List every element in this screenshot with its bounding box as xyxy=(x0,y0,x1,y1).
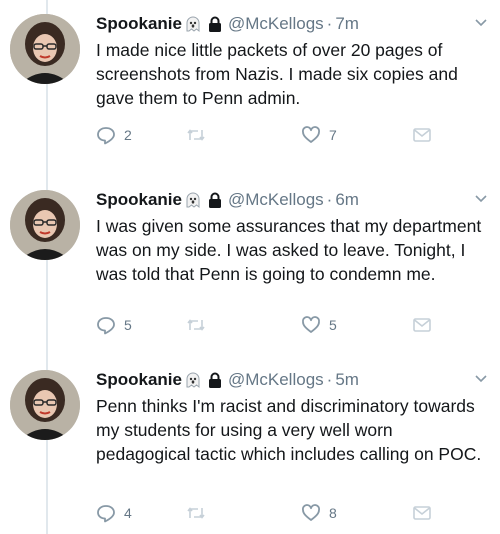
tweet-header: Spookanie @McKellogs · 7m xyxy=(96,12,487,36)
like-button[interactable]: 5 xyxy=(301,314,337,336)
username[interactable]: @McKellogs xyxy=(228,14,324,34)
display-name[interactable]: Spookanie xyxy=(96,190,182,210)
retweet-button[interactable] xyxy=(186,502,214,524)
separator: · xyxy=(326,14,333,33)
avatar[interactable] xyxy=(10,370,80,440)
envelope-icon xyxy=(413,128,431,142)
like-count: 8 xyxy=(329,505,337,521)
tweet[interactable]: Spookanie @McKellogs · 5m Penn thinks I'… xyxy=(0,356,500,534)
retweet-icon xyxy=(187,507,205,519)
timestamp[interactable]: 7m xyxy=(335,14,359,34)
reply-button[interactable]: 5 xyxy=(96,314,132,336)
ghost-icon xyxy=(184,191,202,209)
retweet-button[interactable] xyxy=(186,314,214,336)
lock-icon xyxy=(208,192,222,208)
envelope-icon xyxy=(413,318,431,332)
lock-icon xyxy=(208,372,222,388)
username[interactable]: @McKellogs xyxy=(228,190,324,210)
reply-icon xyxy=(97,505,115,523)
like-button[interactable]: 7 xyxy=(301,124,337,146)
heart-icon xyxy=(302,126,320,143)
display-name[interactable]: Spookanie xyxy=(96,14,182,34)
chevron-down-icon[interactable] xyxy=(474,370,488,384)
reply-icon xyxy=(97,127,115,145)
username[interactable]: @McKellogs xyxy=(228,370,324,390)
like-count: 5 xyxy=(329,317,337,333)
heart-icon xyxy=(302,316,320,333)
retweet-icon xyxy=(187,319,205,331)
reply-icon xyxy=(97,317,115,335)
tweet-header: Spookanie @McKellogs · 6m xyxy=(96,188,487,212)
tweet-thread: Spookanie @McKellogs · 7m I made nice li… xyxy=(0,0,500,534)
ghost-icon xyxy=(184,371,202,389)
chevron-down-icon[interactable] xyxy=(474,190,488,204)
reply-count: 4 xyxy=(124,505,132,521)
tweet-actions: 5 5 xyxy=(96,314,436,336)
direct-message-button[interactable] xyxy=(412,314,440,336)
reply-button[interactable]: 2 xyxy=(96,124,132,146)
reply-button[interactable]: 4 xyxy=(96,502,132,524)
tweet-text: Penn thinks I'm racist and discriminator… xyxy=(96,396,482,464)
tweet[interactable]: Spookanie @McKellogs · 7m I made nice li… xyxy=(0,0,500,178)
timestamp[interactable]: 5m xyxy=(335,370,359,390)
lock-icon xyxy=(208,16,222,32)
avatar[interactable] xyxy=(10,14,80,84)
ghost-icon xyxy=(184,15,202,33)
like-button[interactable]: 8 xyxy=(301,502,337,524)
reply-count: 2 xyxy=(124,127,132,143)
direct-message-button[interactable] xyxy=(412,124,440,146)
reply-count: 5 xyxy=(124,317,132,333)
timestamp[interactable]: 6m xyxy=(335,190,359,210)
retweet-icon xyxy=(187,129,205,141)
separator: · xyxy=(326,190,333,209)
tweet[interactable]: Spookanie @McKellogs · 6m I was given so… xyxy=(0,176,500,354)
heart-icon xyxy=(302,504,320,521)
avatar[interactable] xyxy=(10,190,80,260)
retweet-button[interactable] xyxy=(186,124,214,146)
chevron-down-icon[interactable] xyxy=(474,14,488,28)
direct-message-button[interactable] xyxy=(412,502,440,524)
tweet-text: I made nice little packets of over 20 pa… xyxy=(96,40,458,108)
tweet-actions: 4 8 xyxy=(96,502,436,524)
tweet-actions: 2 7 xyxy=(96,124,436,146)
display-name[interactable]: Spookanie xyxy=(96,370,182,390)
tweet-text: I was given some assurances that my depa… xyxy=(96,216,482,284)
like-count: 7 xyxy=(329,127,337,143)
envelope-icon xyxy=(413,506,431,520)
separator: · xyxy=(326,370,333,389)
tweet-header: Spookanie @McKellogs · 5m xyxy=(96,368,487,392)
